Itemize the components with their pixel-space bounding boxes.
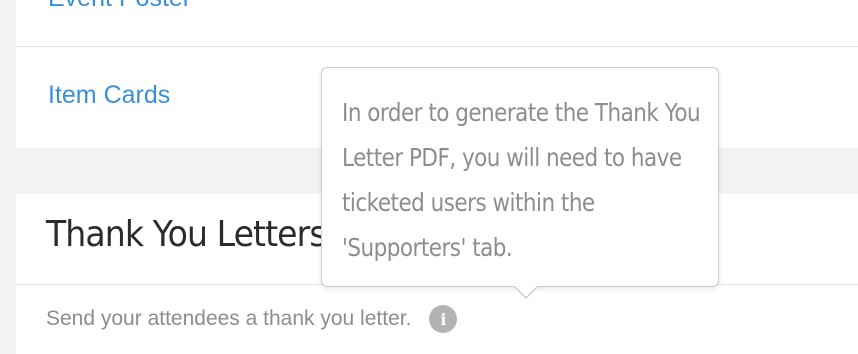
event-poster-row: Event Poster xyxy=(16,0,858,47)
info-icon[interactable]: i xyxy=(429,305,458,333)
section-title: Thank You Letters xyxy=(46,214,327,255)
item-cards-link[interactable]: Item Cards xyxy=(48,81,170,110)
description-row: Send your attendees a thank you letter. … xyxy=(46,305,458,333)
info-tooltip: In order to generate the Thank You Lette… xyxy=(321,67,719,299)
tooltip-text: In order to generate the Thank You Lette… xyxy=(342,98,701,262)
event-poster-link[interactable]: Event Poster xyxy=(48,0,191,13)
tooltip-arrow xyxy=(514,285,538,297)
section-description: Send your attendees a thank you letter. xyxy=(46,307,412,330)
